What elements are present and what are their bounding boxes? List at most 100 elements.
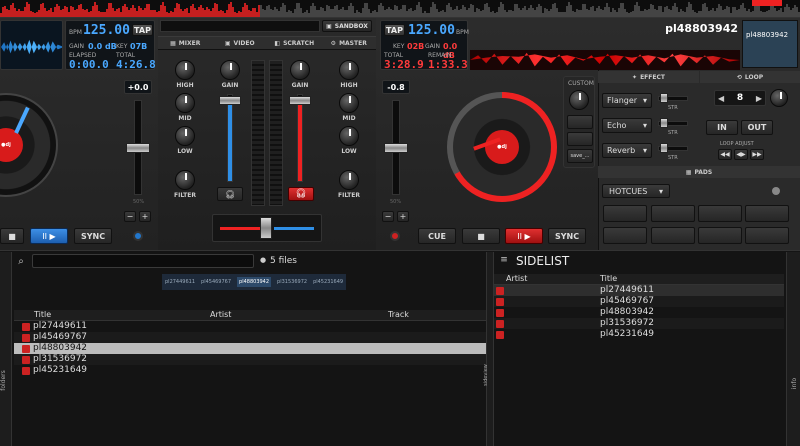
pad-5[interactable]: [603, 227, 647, 244]
loop-increase-icon[interactable]: ▶: [756, 94, 762, 103]
left-volume-fader[interactable]: [219, 96, 241, 105]
right-pitch-slider[interactable]: [384, 143, 408, 153]
right-waveform[interactable]: [470, 50, 740, 70]
right-jog-wheel[interactable]: ●dj: [447, 92, 557, 202]
table-row[interactable]: pl45231649: [14, 365, 486, 376]
loop-decrease-icon[interactable]: ◀: [718, 94, 724, 103]
left-pitch-slider[interactable]: [126, 143, 150, 153]
sidelist-column-title[interactable]: Title: [600, 274, 617, 283]
left-eq-mid-knob[interactable]: [175, 93, 195, 113]
sidelist-row[interactable]: pl27449611: [494, 285, 784, 296]
left-play-button[interactable]: II ▶: [30, 228, 68, 244]
left-info-panel: BPM 125.00 TAP GAIN 0.0 dB KEY 07B ELAPS…: [65, 20, 156, 71]
loop-knob[interactable]: [770, 89, 788, 107]
right-tap-button[interactable]: TAP: [384, 24, 405, 36]
sidelist-header-row: Artist Title: [494, 274, 784, 285]
left-sync-button[interactable]: SYNC: [74, 228, 112, 244]
tab-video[interactable]: ▣ VIDEO: [213, 37, 268, 49]
pad-3[interactable]: [698, 205, 742, 222]
column-title[interactable]: Title: [34, 310, 51, 319]
custom-button-1[interactable]: [567, 115, 593, 129]
pads-mode-select[interactable]: HOTCUES ▾: [602, 184, 670, 198]
custom-button-2[interactable]: [567, 132, 593, 146]
row-title: pl31536972: [33, 354, 88, 364]
pad-4[interactable]: [745, 205, 789, 222]
sidelist-row[interactable]: pl45469767: [494, 296, 784, 307]
table-row[interactable]: pl27449611: [14, 321, 486, 332]
browser-search-icon-box[interactable]: ⌕: [14, 254, 28, 268]
sandbox-button[interactable]: ▣ SANDBOX: [322, 20, 372, 32]
right-stop-button[interactable]: ■: [462, 228, 500, 244]
tab-scratch[interactable]: ◧ SCRATCH: [267, 37, 322, 49]
right-key-label: KEY: [393, 43, 405, 50]
sidelist-row[interactable]: pl45231649: [494, 329, 784, 340]
sideview-tab[interactable]: sideview: [483, 252, 494, 446]
effect-select-1[interactable]: Flanger ▾: [602, 93, 652, 108]
pads-settings-dot[interactable]: [772, 187, 780, 195]
effect-select-3[interactable]: Reverb ▾: [602, 143, 652, 158]
left-pitch-minus[interactable]: −: [124, 211, 136, 222]
pad-2[interactable]: [651, 205, 695, 222]
tab-master[interactable]: ⚙ MASTER: [322, 37, 377, 49]
right-eq-high-knob[interactable]: [339, 60, 359, 80]
left-filter-knob[interactable]: [175, 170, 195, 190]
right-play-button[interactable]: II ▶: [505, 228, 543, 244]
mini-tab-5[interactable]: pl45231649: [313, 279, 343, 285]
info-tab[interactable]: info: [786, 252, 800, 446]
table-row[interactable]: pl31536972: [14, 354, 486, 365]
pad-7[interactable]: [698, 227, 742, 244]
loop-adjust-right-button[interactable]: ▶▶: [750, 149, 764, 160]
column-artist[interactable]: Artist: [210, 310, 231, 319]
mini-tab-3[interactable]: pl48803942: [237, 277, 272, 287]
sidelist-row[interactable]: pl48803942: [494, 307, 784, 318]
sidelist-column-artist[interactable]: Artist: [506, 274, 527, 283]
left-gain-knob[interactable]: [220, 60, 240, 80]
column-track[interactable]: Track: [388, 310, 409, 319]
effect-slider-2-handle[interactable]: [660, 118, 668, 128]
custom-knob[interactable]: [569, 90, 589, 110]
table-row[interactable]: pl45469767: [14, 332, 486, 343]
right-pitch-plus[interactable]: +: [397, 211, 409, 222]
mini-tab-4[interactable]: pl31536972: [277, 279, 307, 285]
custom-save-button[interactable]: save_...: [567, 149, 593, 163]
left-pitch-plus[interactable]: +: [139, 211, 151, 222]
loop-out-button[interactable]: OUT: [741, 120, 773, 135]
pad-6[interactable]: [651, 227, 695, 244]
overview-waveform[interactable]: [0, 0, 800, 18]
right-pitch-display: -0.8: [382, 80, 410, 94]
right-pitch-pct: 50%: [390, 199, 402, 205]
right-sync-button[interactable]: SYNC: [548, 228, 586, 244]
mini-tab-2[interactable]: pl45469767: [201, 279, 231, 285]
left-eq-high-knob[interactable]: [175, 60, 195, 80]
right-volume-fader[interactable]: [289, 96, 311, 105]
crossfader-handle[interactable]: [260, 217, 272, 239]
pad-8[interactable]: [745, 227, 789, 244]
left-eq-low-knob[interactable]: [175, 126, 195, 146]
left-waveform[interactable]: [0, 20, 63, 70]
left-total-value: 4:26.8: [116, 58, 156, 71]
loop-adjust-move-button[interactable]: ◀▶: [734, 149, 748, 160]
right-cue-button[interactable]: CUE: [418, 228, 456, 244]
sidelist-row[interactable]: pl31536972: [494, 318, 784, 329]
tab-mixer[interactable]: ▦ MIXER: [158, 37, 213, 49]
left-headphone-button[interactable]: 🎧︎: [217, 187, 243, 201]
right-pitch-minus[interactable]: −: [382, 211, 394, 222]
loop-adjust-left-button[interactable]: ◀◀: [718, 149, 732, 160]
right-eq-low-knob[interactable]: [339, 126, 359, 146]
browser-search-input[interactable]: [32, 254, 254, 268]
effect-select-2[interactable]: Echo ▾: [602, 118, 652, 133]
right-gain-knob[interactable]: [290, 60, 310, 80]
folders-tab[interactable]: folders: [0, 252, 12, 446]
loop-in-button[interactable]: IN: [706, 120, 738, 135]
right-eq-mid-knob[interactable]: [339, 93, 359, 113]
pad-1[interactable]: [603, 205, 647, 222]
mixer-tabs: ▦ MIXER ▣ VIDEO ◧ SCRATCH ⚙ MASTER: [158, 36, 376, 50]
table-row[interactable]: pl48803942: [14, 343, 486, 354]
left-stop-button[interactable]: ■: [0, 228, 24, 244]
mini-tab-1[interactable]: pl27449611: [165, 279, 195, 285]
right-filter-knob[interactable]: [339, 170, 359, 190]
left-tap-button[interactable]: TAP: [132, 24, 153, 36]
effect-slider-3-handle[interactable]: [660, 143, 668, 153]
effect-slider-1-handle[interactable]: [660, 93, 668, 103]
right-headphone-button[interactable]: 🎧︎: [288, 187, 314, 201]
